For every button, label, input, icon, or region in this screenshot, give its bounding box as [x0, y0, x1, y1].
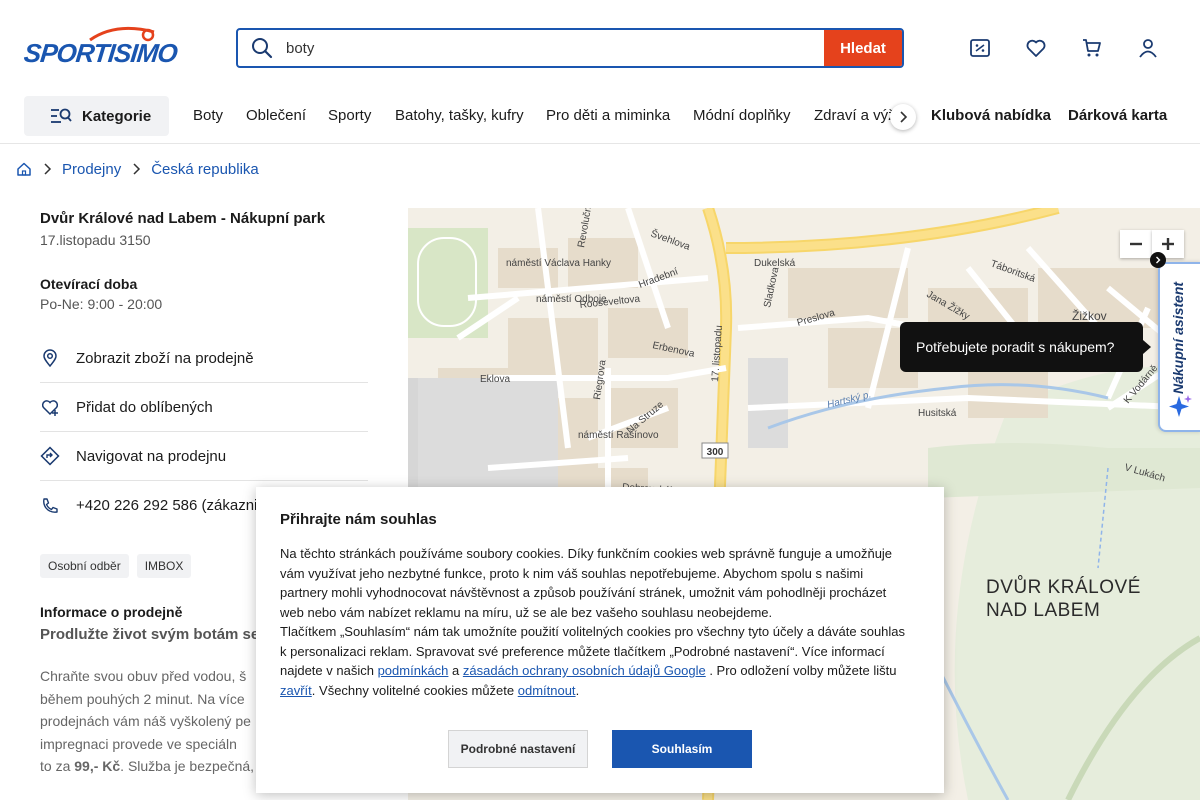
map-label: Eklova [480, 374, 510, 385]
chevron-right-icon [1156, 256, 1161, 264]
chevron-right-icon [900, 111, 908, 123]
breadcrumb: Prodejny Česká republika [16, 158, 259, 180]
close-consent-link[interactable]: zavřít [280, 683, 312, 698]
service-price: 99,- Kč [74, 758, 121, 774]
logo[interactable]: SPORTISIMO [22, 26, 178, 68]
store-name: Dvůr Králové nad Labem - Nákupní park [40, 210, 326, 227]
cookie-text-fragment: a [448, 663, 463, 678]
store-address: 17.listopadu 3150 [40, 232, 151, 248]
search-input[interactable] [286, 30, 824, 66]
phone-icon [43, 497, 58, 513]
road-number: 300 [707, 447, 724, 458]
breadcrumb-ceska-republika[interactable]: Česká republika [151, 161, 259, 178]
nav-scroll-right-button[interactable] [890, 104, 916, 130]
breadcrumb-prodejny[interactable]: Prodejny [62, 161, 121, 178]
map-label: Žižkov [1072, 308, 1107, 323]
search-bar: Hledat [236, 28, 904, 68]
map-city-label: DVŮR KRÁLOVÉ NAD LABEM [986, 576, 1141, 622]
map-label: Husitská [918, 408, 957, 419]
chevron-right-icon [44, 163, 52, 175]
show-goods-in-store-link[interactable]: Zobrazit zboží na prodejně [40, 334, 368, 383]
minus-icon [1130, 242, 1142, 246]
sparkle-icon [1169, 395, 1192, 417]
cookie-text-fragment: . Pro odložení volby můžete lištu [705, 663, 897, 678]
navigation-icon [40, 446, 60, 466]
cookie-text-fragment: . [575, 682, 580, 698]
info-text: . Služba je bezpečná, [120, 758, 255, 774]
cookie-consent-dialog: Přihrajte nám souhlas Na těchto stránkác… [256, 487, 944, 793]
logo-text: SPORTISIMO [22, 38, 179, 68]
location-pin-icon [43, 349, 57, 368]
cart-icon[interactable] [1080, 36, 1104, 60]
nav-link-obleceni[interactable]: Oblečení [246, 107, 306, 124]
map-city-line: NAD LABEM [986, 600, 1101, 621]
heart-plus-icon [41, 400, 59, 416]
map-label: náměstí Václava Hanky [506, 258, 611, 269]
map-label: náměstí Rašínovo [578, 430, 659, 441]
nav-link-deti[interactable]: Pro děti a miminka [546, 107, 670, 124]
cookie-settings-button[interactable]: Podrobné nastavení [448, 730, 588, 768]
cookie-text: Na těchto stránkách používáme soubory co… [280, 544, 908, 700]
nav-link-modni-doplnky[interactable]: Módní doplňky [693, 107, 791, 124]
cookie-accept-button[interactable]: Souhlasím [612, 730, 752, 768]
nav-link-klubova-nabidka[interactable]: Klubová nabídka [931, 107, 1051, 124]
search-button[interactable]: Hledat [824, 30, 902, 66]
action-label: Zobrazit zboží na prodejně [76, 349, 254, 367]
terms-link[interactable]: podmínkách [378, 663, 449, 678]
service-tag: Osobní odběr [40, 554, 129, 578]
assistant-close-button[interactable] [1150, 252, 1166, 268]
user-icon[interactable] [1136, 36, 1160, 60]
opening-hours: Po-Ne: 9:00 - 20:00 [40, 296, 163, 312]
cookie-text-fragment: . Všechny volitelné cookies můžete [311, 682, 518, 698]
search-icon [238, 30, 286, 66]
site-header: SPORTISIMO Hledat [0, 0, 1200, 96]
menu-search-icon [51, 108, 72, 123]
nav-link-darkova-karta[interactable]: Dárková karta [1068, 107, 1167, 124]
action-label: Navigovat na prodejnu [76, 447, 227, 465]
shopping-assistant-tab[interactable]: Nákupní asistent [1158, 262, 1200, 432]
cookie-paragraph: Na těchto stránkách používáme soubory co… [280, 546, 893, 620]
action-label: Přidat do oblíbených [76, 398, 213, 416]
assistant-tooltip[interactable]: Potřebujete poradit s nákupem? [900, 322, 1151, 372]
categories-button[interactable]: Kategorie [24, 96, 169, 136]
cookie-paragraph: Tlačítkem „Souhlasím“ nám tak umožníte p… [280, 622, 908, 700]
heart-icon[interactable] [1024, 36, 1048, 60]
categories-label: Kategorie [82, 107, 152, 125]
reject-cookies-link[interactable]: odmítnout [518, 683, 576, 698]
chevron-right-icon [133, 163, 141, 175]
map-city-line: DVŮR KRÁLOVÉ [986, 577, 1141, 598]
service-tag: IMBOX [136, 554, 192, 578]
main-nav: Kategorie Boty Oblečení Sporty Batohy, t… [0, 96, 1200, 144]
cookie-buttons: Podrobné nastavení Souhlasím [448, 730, 752, 768]
nav-link-boty[interactable]: Boty [193, 107, 223, 124]
home-icon[interactable] [16, 161, 32, 177]
navigate-to-store-link[interactable]: Navigovat na prodejnu [40, 432, 368, 481]
plus-icon [1162, 238, 1174, 250]
info-text: to za [40, 758, 75, 774]
add-to-favourites-link[interactable]: Přidat do oblíbených [40, 383, 368, 432]
nav-link-batohy[interactable]: Batohy, tašky, kufry [395, 107, 524, 124]
nav-link-sporty[interactable]: Sporty [328, 107, 371, 124]
opening-hours-title: Otevírací doba [40, 276, 138, 292]
cookie-title: Přihrajte nám souhlas [280, 511, 437, 528]
assistant-label: Nákupní asistent [1170, 281, 1186, 394]
zoom-out-button[interactable] [1120, 230, 1152, 258]
discount-icon[interactable] [968, 36, 992, 60]
google-privacy-link[interactable]: zásadách ochrany osobních údajů Google [463, 663, 706, 678]
